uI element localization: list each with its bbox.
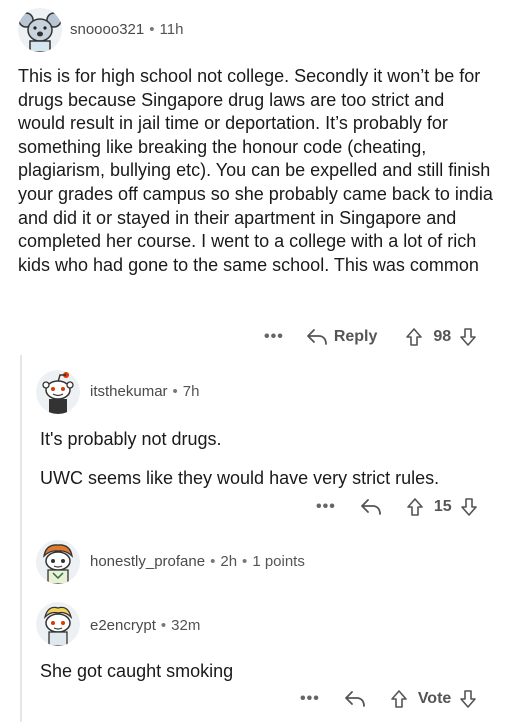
meta-separator: • [172,383,178,400]
points: 1 points [252,553,305,570]
thread-line [20,355,22,722]
avatar[interactable] [36,540,80,584]
username[interactable]: e2encrypt [90,617,156,634]
comment-body: She got caught smoking [40,661,234,681]
more-options-button[interactable]: ••• [264,328,284,346]
reply-label: Reply [333,328,378,345]
vote-count: 15 [433,498,452,515]
upvote-arrow-icon [391,690,407,708]
comment-body-line: It's probably not drugs. [40,429,222,449]
timestamp: 7h [182,383,200,400]
username[interactable]: snoooo321 [70,21,144,38]
vote-label: Vote [417,690,452,707]
downvote-button[interactable] [460,497,478,517]
reply-arrow-icon [344,691,365,707]
downvote-button[interactable] [459,689,477,709]
reply-button[interactable] [344,689,366,709]
reply-arrow-icon [360,499,381,515]
reply-button[interactable] [360,497,382,517]
upvote-button[interactable] [390,689,408,709]
comment-body-line: UWC seems like they would have very stri… [40,468,440,488]
reply-arrow-icon [306,329,327,345]
meta-separator: • [242,553,248,570]
snoo-avatar-icon [42,372,74,414]
downvote-arrow-icon [460,498,477,516]
timestamp: 11h [159,21,184,38]
timestamp: 2h [220,553,238,570]
comment-meta: itsthekumar • 7h [90,383,199,400]
comment-meta: e2encrypt • 32m [90,617,200,634]
comment-meta: honestly_profane • 2h • 1 points [90,553,305,570]
vote-count: 98 [433,328,452,345]
snoo-blonde-avatar-icon [43,606,73,646]
downvote-arrow-icon [460,690,477,708]
upvote-arrow-icon [407,498,423,516]
meta-separator: • [210,553,216,570]
avatar[interactable] [18,8,62,52]
more-options-button[interactable]: ••• [300,690,320,708]
avatar[interactable] [36,602,80,646]
comment-actions: ••• 15 [316,497,478,517]
timestamp: 32m [171,617,201,634]
more-options-button[interactable]: ••• [316,498,336,516]
koala-avatar-icon [18,12,62,52]
downvote-button[interactable] [459,327,477,347]
snoo-orange-hair-avatar-icon [43,544,73,584]
comment-body: This is for high school not college. Sec… [18,66,493,275]
upvote-button[interactable] [405,327,423,347]
comment-meta: snoooo321 • 11h [70,21,183,38]
reply-button[interactable]: Reply [306,327,378,347]
upvote-arrow-icon [406,328,423,346]
downvote-arrow-icon [460,328,476,346]
username[interactable]: itsthekumar [90,383,168,400]
comment-actions: ••• Vote [300,689,477,709]
comment-actions: ••• Reply 98 [264,327,477,347]
avatar[interactable] [36,370,80,414]
username[interactable]: honestly_profane [90,553,205,570]
meta-separator: • [160,617,167,634]
upvote-button[interactable] [406,497,424,517]
meta-separator: • [149,21,155,38]
